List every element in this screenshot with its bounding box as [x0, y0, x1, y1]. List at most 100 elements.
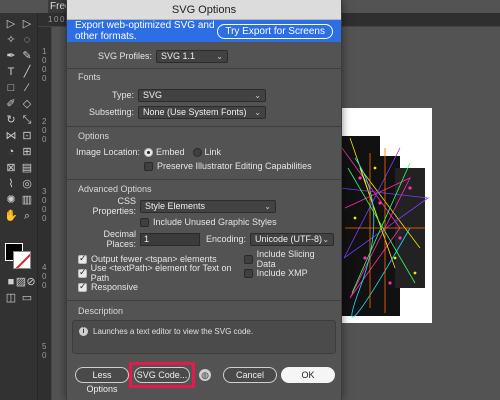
type-tool-icon[interactable]: T	[4, 65, 18, 79]
hand-tool-icon[interactable]: ✋	[4, 209, 18, 223]
ruler-label: 0	[42, 351, 47, 360]
perspective-grid-tool-icon[interactable]: ⊞	[20, 145, 34, 159]
shaper-tool-icon[interactable]: ✐	[4, 97, 18, 111]
link-radio[interactable]	[192, 147, 202, 157]
ruler-label: 0	[42, 272, 47, 281]
rectangle-tool-icon[interactable]: □	[4, 81, 18, 95]
lasso-tool-icon[interactable]: ◌	[20, 33, 34, 47]
ruler-label: 0	[42, 196, 47, 205]
include-xmp-checkbox[interactable]	[243, 268, 253, 278]
vertical-ruler: 1 0 0 0 2 0 0 3 0 0 0 4 0 0 5 0	[38, 27, 52, 400]
dialog-footer: Less Options SVG Code... ◍ Cancel OK	[67, 362, 341, 394]
unused-styles-checkbox[interactable]	[140, 217, 149, 227]
css-properties-label: CSS Properties:	[92, 196, 136, 216]
output-fewer-tspan-checkbox[interactable]	[78, 253, 87, 264]
pen-tool-icon[interactable]: ✒	[4, 49, 18, 63]
ruler-label: 1	[48, 15, 53, 24]
mesh-tool-icon[interactable]: ⊠	[4, 161, 18, 175]
slicing-data-checkbox[interactable]	[243, 254, 253, 264]
try-export-for-screens-button[interactable]: Try Export for Screens	[217, 23, 333, 39]
divider	[67, 179, 341, 180]
ruler-label: 0	[54, 15, 59, 24]
screen-mode-icon[interactable]: ▭	[20, 291, 34, 305]
artwork-preview	[340, 108, 432, 323]
none-mode-icon[interactable]: ⊘	[24, 275, 38, 289]
scale-tool-icon[interactable]: ⤡	[20, 113, 34, 127]
advanced-options-heading: Advanced Options	[78, 184, 152, 194]
dialog-body: SVG Profiles: SVG 1.1 ⌄ Fonts Type: SVG …	[67, 42, 341, 354]
draw-mode-icon[interactable]: ◫	[4, 291, 18, 305]
chevron-down-icon: ⌄	[254, 107, 261, 117]
zoom-tool-icon[interactable]: ⌕	[20, 209, 34, 223]
paintbrush-tool-icon[interactable]: ∕	[20, 81, 34, 95]
css-properties-value: Style Elements	[145, 200, 206, 211]
document-tab[interactable]: Free	[48, 0, 68, 13]
gradient-tool-icon[interactable]: ▤	[20, 161, 34, 175]
unused-styles-label: Include Unused Graphic Styles	[153, 217, 277, 227]
less-options-button[interactable]: Less Options	[75, 367, 129, 394]
embed-radio[interactable]	[144, 147, 153, 157]
artwork-graphic	[340, 108, 432, 323]
subsetting-dropdown[interactable]: None (Use System Fonts) ⌄	[138, 105, 266, 119]
ok-button[interactable]: OK	[281, 367, 335, 383]
ruler-label: 0	[60, 15, 65, 24]
encoding-value: Unicode (UTF-8)	[255, 233, 323, 244]
curvature-tool-icon[interactable]: ✎	[20, 49, 34, 63]
eyedropper-tool-icon[interactable]: ⌇	[4, 177, 18, 191]
textpath-checkbox[interactable]	[78, 267, 87, 278]
font-type-dropdown[interactable]: SVG ⌄	[138, 88, 266, 102]
ruler-label: 1	[42, 47, 47, 56]
tools-panel: ▷ ▷ ✧ ◌ ✒ ✎ T ╱ □ ∕ ✐ ◇ ↻ ⤡ ⋈ ⊡ ◔ ⊞ ⊠ ▤ …	[0, 13, 38, 400]
chevron-down-icon: ⌄	[264, 201, 271, 211]
fonts-heading: Fonts	[78, 72, 101, 82]
css-properties-dropdown[interactable]: Style Elements ⌄	[140, 199, 276, 213]
stroke-color-swatch[interactable]	[13, 251, 31, 269]
shape-builder-tool-icon[interactable]: ◔	[4, 145, 18, 159]
preserve-editing-checkbox[interactable]	[144, 161, 153, 171]
selection-tool-icon[interactable]: ▷	[4, 17, 18, 31]
ruler-label: 3	[42, 187, 47, 196]
rotate-tool-icon[interactable]: ↻	[4, 113, 18, 127]
subsetting-value: None (Use System Fonts)	[143, 106, 247, 117]
ruler-label: 2	[42, 117, 47, 126]
symbol-sprayer-tool-icon[interactable]: ✺	[4, 193, 18, 207]
svg-profiles-dropdown[interactable]: SVG 1.1 ⌄	[156, 49, 228, 63]
direct-selection-tool-icon[interactable]: ▷	[20, 17, 34, 31]
globe-icon[interactable]: ◍	[199, 369, 211, 381]
chevron-down-icon: ⌄	[216, 51, 223, 61]
encoding-dropdown[interactable]: Unicode (UTF-8) ⌄	[250, 232, 335, 246]
chevron-down-icon: ⌄	[254, 90, 261, 100]
eraser-tool-icon[interactable]: ◇	[20, 97, 34, 111]
column-graph-tool-icon[interactable]: ▥	[20, 193, 34, 207]
svg-options-dialog: SVG Options Export web-optimized SVG and…	[66, 0, 342, 400]
textpath-label: Use <textPath> element for Text on Path	[90, 263, 232, 283]
width-tool-icon[interactable]: ⋈	[4, 129, 18, 143]
options-heading: Options	[78, 131, 110, 141]
ruler-label: 0	[42, 135, 47, 144]
ruler-label: 0	[42, 74, 47, 83]
image-location-label: Image Location:	[75, 147, 140, 157]
blend-tool-icon[interactable]: ◎	[20, 177, 34, 191]
ruler-label: 5	[42, 342, 47, 351]
font-type-label: Type:	[111, 90, 134, 100]
responsive-label: Responsive	[91, 282, 139, 292]
decimal-places-input[interactable]: 1	[140, 232, 200, 246]
ruler-label: 0	[42, 205, 47, 214]
description-text: Launches a text editor to view the SVG c…	[93, 327, 254, 336]
decimal-places-label: Decimal Places:	[103, 229, 136, 249]
ruler-label: 0	[42, 65, 47, 74]
description-heading: Description	[78, 306, 124, 316]
chevron-down-icon: ⌄	[322, 234, 330, 244]
line-tool-icon[interactable]: ╱	[20, 65, 34, 79]
subsetting-label: Subsetting:	[88, 107, 134, 117]
magic-wand-tool-icon[interactable]: ✧	[4, 33, 18, 47]
divider	[67, 126, 341, 127]
banner-message: Export web-optimized SVG and other forma…	[75, 20, 215, 42]
preserve-editing-label: Preserve Illustrator Editing Capabilitie…	[157, 161, 312, 171]
svg-profiles-label: SVG Profiles:	[97, 51, 152, 61]
responsive-checkbox[interactable]	[78, 281, 87, 292]
cancel-button[interactable]: Cancel	[223, 367, 277, 383]
svg-code-button[interactable]: SVG Code...	[134, 367, 190, 383]
ruler-label: 4	[42, 263, 47, 272]
free-transform-tool-icon[interactable]: ⊡	[20, 129, 34, 143]
